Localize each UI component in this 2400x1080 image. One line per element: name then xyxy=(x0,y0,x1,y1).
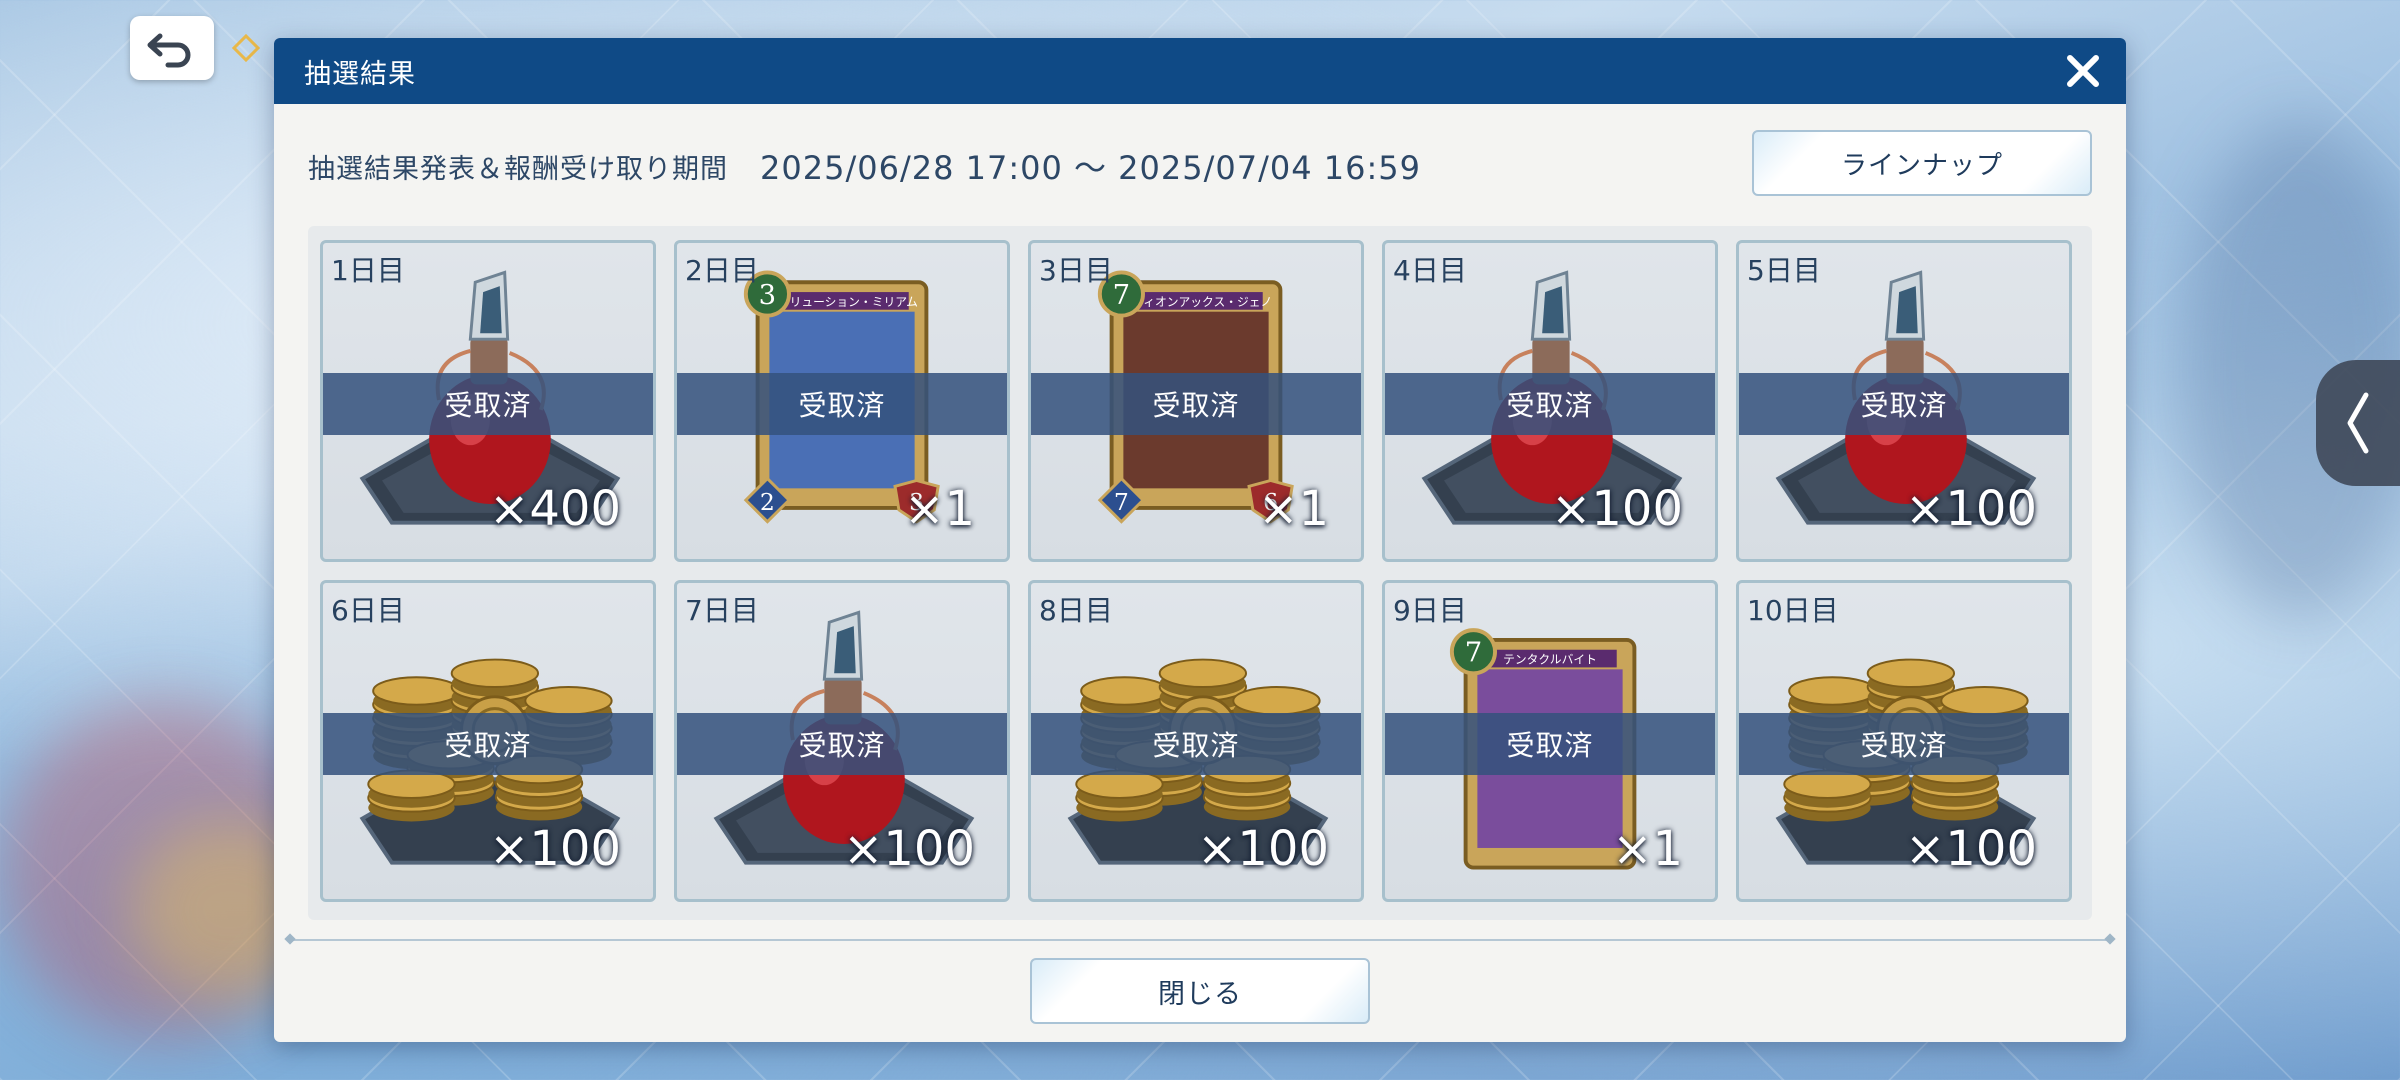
claimed-status-badge: 受取済 xyxy=(1739,373,2069,435)
lineup-button[interactable]: ラインナップ xyxy=(1752,130,2092,196)
reward-cell[interactable]: 5日目受取済 ×100 xyxy=(1736,240,2072,562)
card-attack: 7 xyxy=(1114,488,1129,516)
reward-quantity: ×100 xyxy=(489,821,621,877)
chevron-left-icon xyxy=(2347,392,2369,454)
claimed-status-badge: 受取済 xyxy=(677,713,1007,775)
reward-quantity: ×100 xyxy=(1905,481,2037,537)
reward-day-label: 8日目 xyxy=(1039,594,1113,627)
reward-quantity: ×1 xyxy=(904,481,975,537)
back-arrow-icon xyxy=(147,33,191,68)
close-icon xyxy=(2067,55,2099,87)
claim-period-label: 抽選結果発表＆報酬受け取り期間 xyxy=(308,153,728,185)
reward-cell[interactable]: 7日目受取済 ×100 xyxy=(674,580,1010,902)
reward-quantity: ×1 xyxy=(1258,481,1329,537)
reward-cell[interactable]: 1日目受取済 ×400 xyxy=(320,240,656,562)
reward-quantity: ×100 xyxy=(843,821,975,877)
reward-day-label: 10日目 xyxy=(1747,594,1839,627)
rewards-panel: 1日目 受取済 ×400 レゾリューション・ミリアム 3 2 3 2日目 受取済 ×1 … xyxy=(308,226,2092,920)
claimed-status-badge: 受取済 xyxy=(1385,713,1715,775)
reward-day-label: 7日目 xyxy=(685,594,759,627)
lottery-results-dialog: 抽選結果 抽選結果発表＆報酬受け取り期間 2025/06/28 17:00 〜 … xyxy=(274,38,2126,1042)
claimed-status-badge: 受取済 xyxy=(323,373,653,435)
reward-day-label: 1日目 xyxy=(331,254,405,287)
dialog-title: 抽選結果 xyxy=(304,58,416,90)
reward-day-label: 4日目 xyxy=(1393,254,1467,287)
rewards-grid: 1日目 受取済 ×400 レゾリューション・ミリアム 3 2 3 2日目 受取済 ×1 … xyxy=(320,240,2080,906)
card-cost: 7 xyxy=(1113,280,1130,311)
diamond-ornament-icon xyxy=(231,33,261,63)
reward-day-label: 2日目 xyxy=(685,254,759,287)
claimed-status-badge: 受取済 xyxy=(1739,713,2069,775)
divider xyxy=(288,939,2112,941)
reward-quantity: ×1 xyxy=(1612,821,1683,877)
claimed-status-badge: 受取済 xyxy=(1031,713,1361,775)
reward-day-label: 5日目 xyxy=(1747,254,1821,287)
dialog-header: 抽選結果 xyxy=(274,38,2126,104)
reward-day-label: 3日目 xyxy=(1039,254,1113,287)
card-cost: 3 xyxy=(759,280,776,311)
reward-cell[interactable]: レヴィオンアックス・ジェノ 7 7 6 3日目 受取済 ×1 xyxy=(1028,240,1364,562)
close-button[interactable]: 閉じる xyxy=(1030,958,1370,1024)
reward-quantity: ×100 xyxy=(1551,481,1683,537)
reward-quantity: ×100 xyxy=(1197,821,1329,877)
claim-period-value: 2025/06/28 17:00 〜 2025/07/04 16:59 xyxy=(760,149,1422,187)
side-menu-toggle[interactable] xyxy=(2316,360,2400,486)
reward-cell[interactable]: レゾリューション・ミリアム 3 2 3 2日目 受取済 ×1 xyxy=(674,240,1010,562)
reward-cell[interactable]: 6日目受取済 ×100 xyxy=(320,580,656,902)
card-cost: 7 xyxy=(1465,638,1482,669)
card-name: テンタクルバイト xyxy=(1503,652,1597,666)
reward-cell[interactable]: 8日目受取済 ×100 xyxy=(1028,580,1364,902)
reward-cell[interactable]: 4日目受取済 ×100 xyxy=(1382,240,1718,562)
reward-quantity: ×100 xyxy=(1905,821,2037,877)
claimed-status-badge: 受取済 xyxy=(1031,373,1361,435)
reward-day-label: 6日目 xyxy=(331,594,405,627)
dialog-close-button[interactable] xyxy=(2062,50,2104,92)
back-button[interactable] xyxy=(130,16,214,80)
claimed-status-badge: 受取済 xyxy=(677,373,1007,435)
reward-cell[interactable]: テンタクルバイト 7 9日目受取済 ×1 xyxy=(1382,580,1718,902)
reward-day-label: 9日目 xyxy=(1393,594,1467,627)
card-attack: 2 xyxy=(760,488,775,516)
claim-period: 抽選結果発表＆報酬受け取り期間 2025/06/28 17:00 〜 2025/… xyxy=(308,146,1422,187)
claimed-status-badge: 受取済 xyxy=(1385,373,1715,435)
claimed-status-badge: 受取済 xyxy=(323,713,653,775)
reward-quantity: ×400 xyxy=(489,481,621,537)
reward-cell[interactable]: 10日目受取済 ×100 xyxy=(1736,580,2072,902)
